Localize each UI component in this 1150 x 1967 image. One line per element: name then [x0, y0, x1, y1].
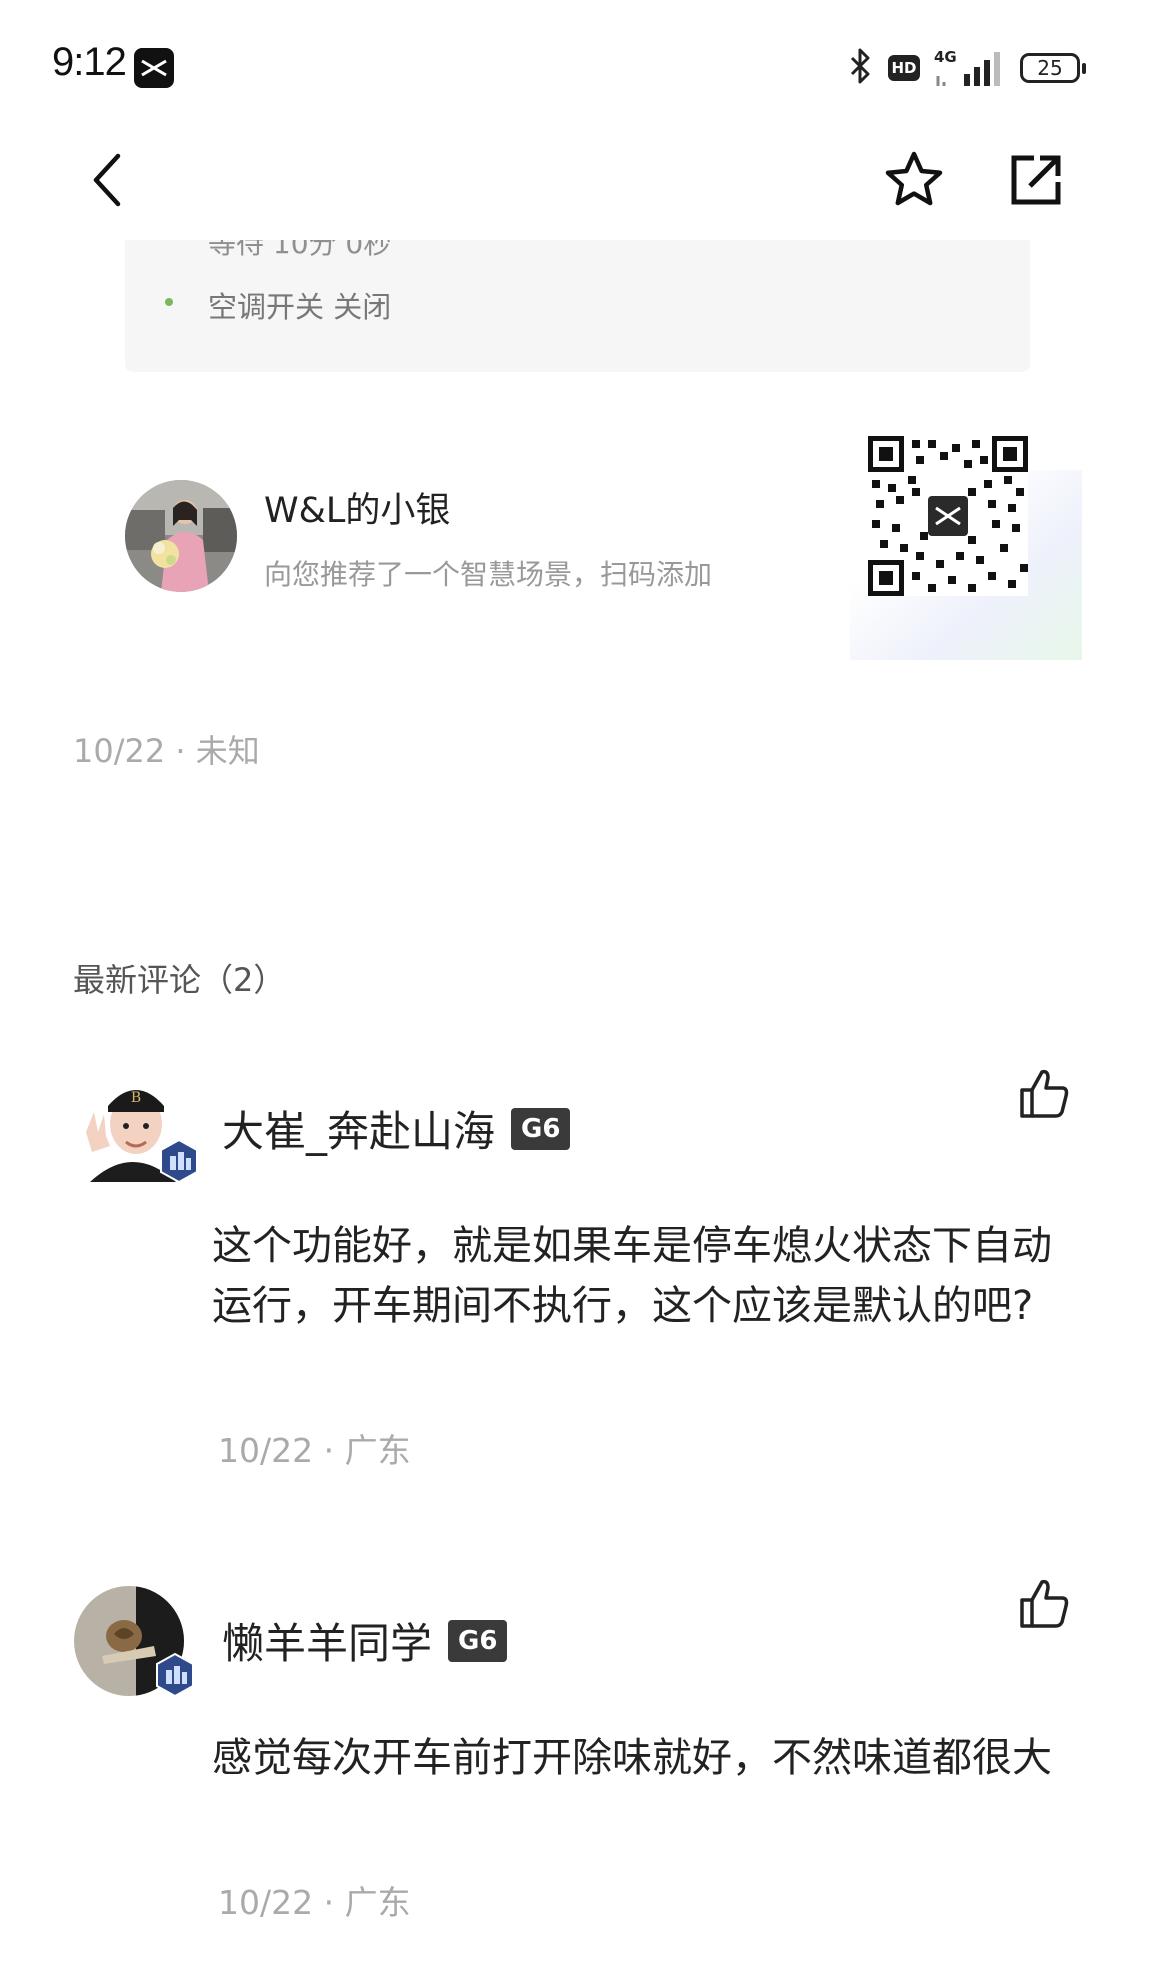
comment-meta: 10/22 · 广东 [218, 1883, 411, 1922]
hd-badge: HD [888, 55, 920, 81]
signal-icon: 4G [934, 48, 1006, 88]
status-time: 9:12 [52, 40, 127, 84]
comment-text: 感觉每次开车前打开除味就好，不然味道都很大 [212, 1735, 1052, 1781]
comment-header: 大崔_奔赴山海 G6 [222, 1098, 571, 1159]
share-subtitle: 向您推荐了一个智慧场景，扫码添加 [264, 558, 713, 591]
share-button[interactable] [1006, 150, 1066, 210]
favorite-button[interactable] [884, 150, 944, 210]
comment-author[interactable]: 大崔_奔赴山海 [222, 1098, 495, 1159]
thumbs-up-icon [1020, 1069, 1069, 1118]
comments-title: 最新评论（2） [73, 961, 286, 999]
like-button[interactable] [1016, 1066, 1072, 1122]
xpeng-logo-icon [134, 48, 174, 88]
battery-indicator: 25 [1020, 53, 1086, 83]
car-model-badge: G6 [448, 1619, 508, 1662]
svg-text:B: B [131, 1090, 141, 1106]
scene-step-partial: 等待 10分 0秒 [208, 227, 392, 260]
rank-badge-icon [156, 1652, 194, 1698]
back-button[interactable] [78, 150, 138, 210]
bluetooth-icon [848, 46, 874, 90]
comment-avatar[interactable] [74, 1586, 194, 1698]
comment-meta: 10/22 · 广东 [218, 1431, 411, 1470]
rank-badge-icon [160, 1138, 198, 1184]
like-button[interactable] [1016, 1576, 1072, 1632]
comment-avatar[interactable]: B [78, 1072, 198, 1184]
share-avatar [125, 480, 237, 592]
post-meta: 10/22 · 未知 [73, 732, 260, 770]
thumbs-up-icon [1020, 1579, 1069, 1628]
star-outline-icon [885, 151, 943, 206]
scene-action: 空调开关 关闭 [208, 290, 392, 324]
comment-header: 懒羊羊同学 G6 [222, 1610, 508, 1671]
external-share-icon [1011, 155, 1061, 205]
comment-text: 这个功能好，就是如果车是停车熄火状态下自动运行，开车期间不执行，这个应该是默认的… [212, 1223, 1052, 1329]
qr-code[interactable] [868, 436, 1028, 596]
comment-author[interactable]: 懒羊羊同学 [222, 1610, 432, 1671]
bullet-dot [165, 298, 173, 306]
share-user-name: W&L的小银 [264, 491, 451, 531]
chevron-left-icon [93, 153, 121, 207]
car-model-badge: G6 [511, 1107, 571, 1150]
status-indicators: HD 4G 25 [848, 46, 1086, 90]
